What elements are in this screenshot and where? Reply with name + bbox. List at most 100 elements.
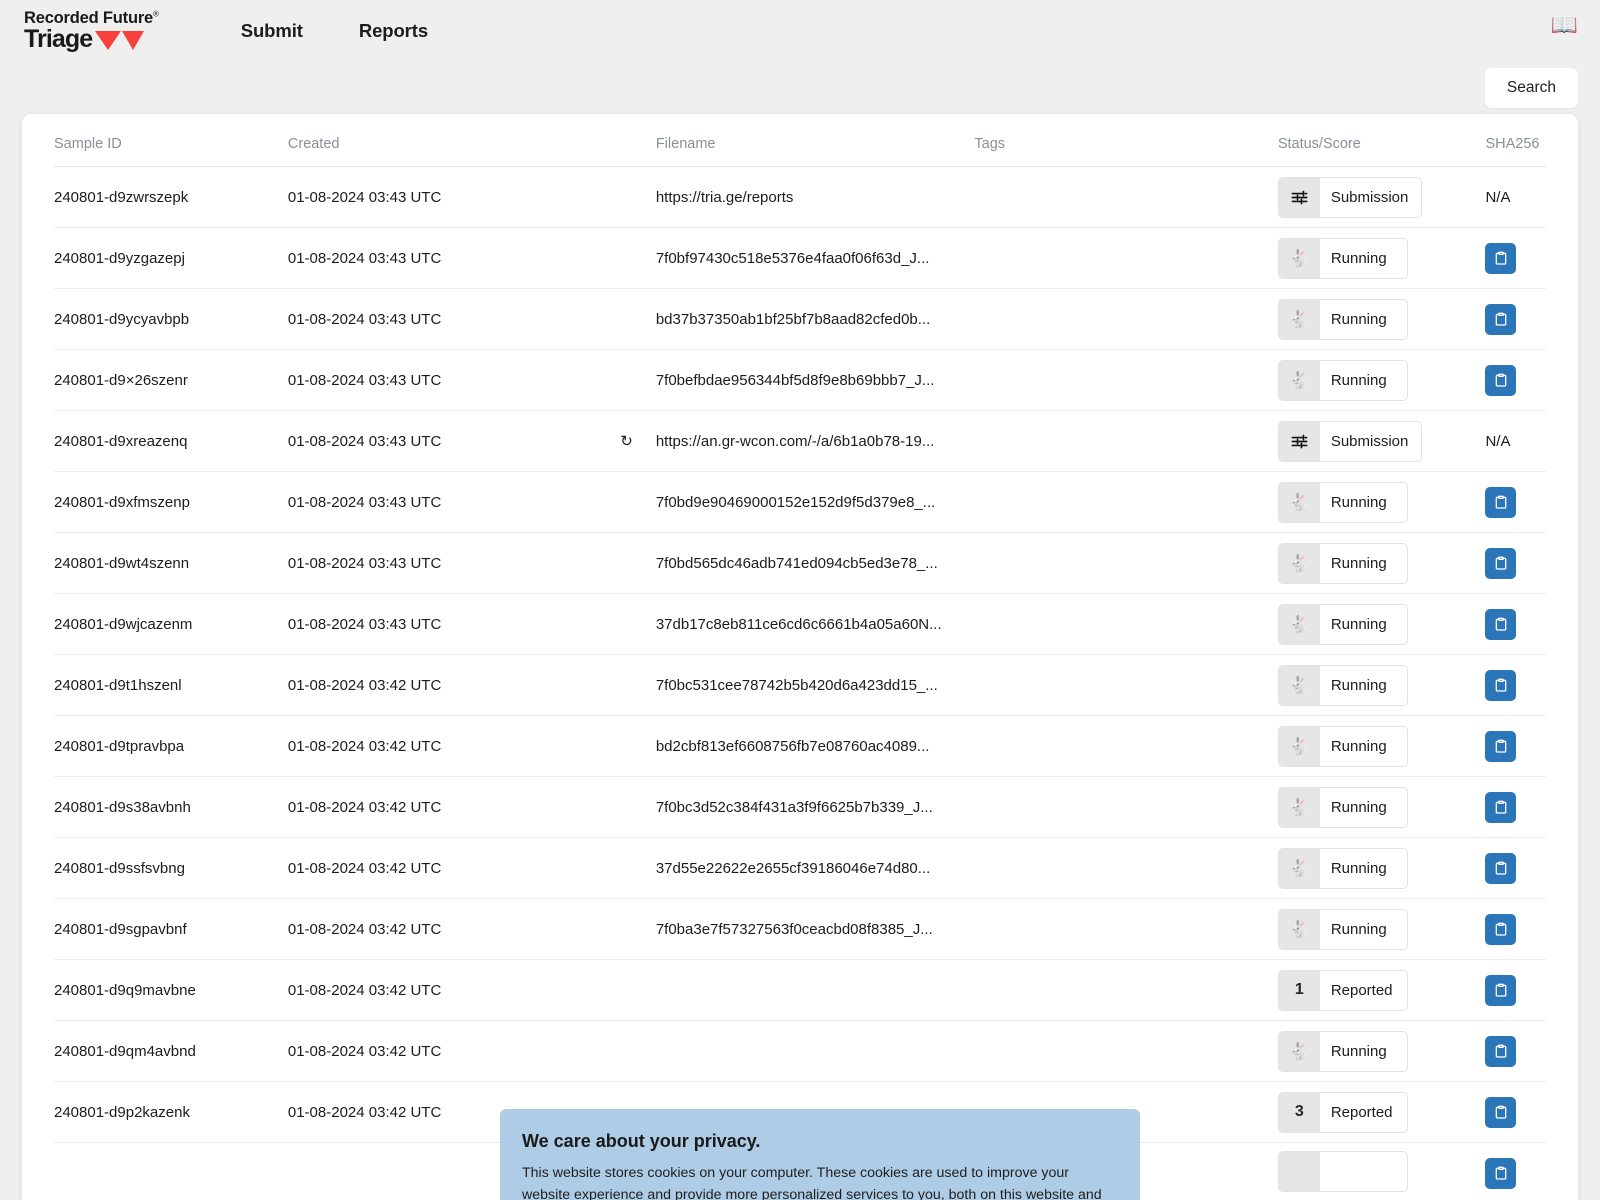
- table-row[interactable]: 240801-d9xfmszenp 01-08-2024 03:43 UTC 7f0…: [54, 471, 1546, 533]
- cell-filename[interactable]: 37db17c8eb811ce6cd6c6661b4a05a60N...: [655, 593, 975, 655]
- cell-sample-id[interactable]: 240801-d9wjcazenm: [54, 593, 288, 655]
- table-row[interactable]: 240801-d9qm4avbnd 01-08-2024 03:42 UTC 🐇 Ru…: [54, 1020, 1546, 1082]
- cell-sample-id[interactable]: 240801-d9ycyavbpb: [54, 288, 288, 350]
- copy-sha256-button[interactable]: [1485, 1096, 1517, 1128]
- table-row[interactable]: 240801-d9ycyavbpb 01-08-2024 03:43 UTC bd3…: [54, 288, 1546, 350]
- cell-refresh: [597, 776, 656, 838]
- status-badge-submission[interactable]: Submission: [1277, 176, 1423, 218]
- cell-sample-id[interactable]: 240801-d9t1hszenl: [54, 654, 288, 716]
- table-body: 240801-d9zwrszepk 01-08-2024 03:43 UTC htt…: [54, 166, 1546, 1200]
- copy-sha256-button[interactable]: [1485, 303, 1517, 335]
- cell-sample-id[interactable]: 240801-d9qm4avbnd: [54, 1020, 288, 1082]
- copy-sha256-button[interactable]: [1485, 852, 1517, 884]
- cell-sample-id[interactable]: 240801-d9zwrszepk: [54, 166, 288, 228]
- nav-item-reports[interactable]: Reports: [359, 20, 428, 42]
- column-header-status-score[interactable]: Status/Score: [1277, 114, 1486, 167]
- copy-sha256-button[interactable]: [1485, 1157, 1517, 1189]
- cell-sample-id[interactable]: 240801-d9xfmszenp: [54, 471, 288, 533]
- cell-sha256: [1485, 227, 1546, 289]
- copy-sha256-button[interactable]: [1485, 791, 1517, 823]
- search-button[interactable]: Search: [1484, 68, 1578, 108]
- cell-filename[interactable]: 7f0bd565dc46adb741ed094cb5ed3e78_...: [655, 532, 975, 594]
- cell-sample-id[interactable]: 240801-d9xreazenq: [54, 410, 288, 472]
- cell-filename[interactable]: 7f0bc531cee78742b5b420d6a423dd15_...: [655, 654, 975, 716]
- status-badge-running[interactable]: 🐇 Running: [1277, 298, 1408, 340]
- copy-sha256-button[interactable]: [1485, 1035, 1517, 1067]
- copy-sha256-button[interactable]: [1485, 669, 1517, 701]
- status-badge-running[interactable]: 🐇 Running: [1277, 664, 1408, 706]
- copy-sha256-button[interactable]: [1485, 486, 1517, 518]
- cell-filename[interactable]: [655, 959, 975, 1021]
- copy-sha256-button[interactable]: [1485, 913, 1517, 945]
- rabbit-icon: 🐇: [1278, 787, 1320, 827]
- table-row[interactable]: 240801-d9yzgazepj 01-08-2024 03:43 UTC 7f0…: [54, 227, 1546, 289]
- column-header-sha256[interactable]: SHA256: [1485, 114, 1546, 167]
- cell-filename[interactable]: bd37b37350ab1bf25bf7b8aad82cfed0b...: [655, 288, 975, 350]
- table-row[interactable]: 240801-d9×26szenr 01-08-2024 03:43 UTC 7f0…: [54, 349, 1546, 411]
- cell-filename[interactable]: 7f0ba3e7f57327563f0ceacbd08f8385_J...: [655, 898, 975, 960]
- copy-sha256-button[interactable]: [1485, 242, 1517, 274]
- status-badge-running[interactable]: 🐇 Running: [1277, 786, 1408, 828]
- cell-status-score: 🐇 Running: [1277, 227, 1486, 289]
- table-row[interactable]: 240801-d9xreazenq 01-08-2024 03:43 UTC ↻ ht…: [54, 410, 1546, 472]
- cell-filename[interactable]: [655, 1020, 975, 1082]
- status-badge-running[interactable]: 🐇 Running: [1277, 542, 1408, 584]
- cell-tags: [974, 837, 1278, 899]
- column-header-sample-id[interactable]: Sample ID: [54, 114, 288, 167]
- cell-sample-id[interactable]: 240801-d9yzgazepj: [54, 227, 288, 289]
- status-badge-running[interactable]: 🐇 Running: [1277, 1030, 1408, 1072]
- cell-sample-id[interactable]: 240801-d9sgpavbnf: [54, 898, 288, 960]
- table-row[interactable]: 240801-d9tpravbpa 01-08-2024 03:42 UTC bd2…: [54, 715, 1546, 777]
- open-book-icon[interactable]: 📖: [1551, 14, 1578, 36]
- cell-sample-id[interactable]: 240801-d9s38avbnh: [54, 776, 288, 838]
- column-header-filename[interactable]: Filename: [655, 114, 975, 167]
- table-row[interactable]: 240801-d9ssfsvbng 01-08-2024 03:42 UTC 37d…: [54, 837, 1546, 899]
- status-badge-running[interactable]: 🐇 Running: [1277, 481, 1408, 523]
- status-badge-running[interactable]: 🐇 Running: [1277, 603, 1408, 645]
- table-row[interactable]: 240801-d9zwrszepk 01-08-2024 03:43 UTC htt…: [54, 166, 1546, 228]
- cell-sample-id[interactable]: 240801-d9wt4szenn: [54, 532, 288, 594]
- copy-sha256-button[interactable]: [1485, 608, 1517, 640]
- column-header-tags[interactable]: Tags: [974, 114, 1278, 167]
- cell-filename[interactable]: https://an.gr-wcon.com/-/a/6b1a0b78-19..…: [655, 410, 975, 472]
- brand-logo[interactable]: Recorded Future® Triage: [24, 10, 159, 52]
- table-row[interactable]: 240801-d9t1hszenl 01-08-2024 03:42 UTC 7f0…: [54, 654, 1546, 716]
- status-badge-submission[interactable]: Submission: [1277, 420, 1423, 462]
- status-badge-running[interactable]: 🐇 Running: [1277, 359, 1408, 401]
- status-badge-running[interactable]: 🐇 Running: [1277, 237, 1408, 279]
- status-badge-running[interactable]: 🐇 Running: [1277, 847, 1408, 889]
- table-row[interactable]: 240801-d9s38avbnh 01-08-2024 03:42 UTC 7f0…: [54, 776, 1546, 838]
- cell-filename[interactable]: https://tria.ge/reports: [655, 166, 975, 228]
- cell-sample-id[interactable]: 240801-d9tpravbpa: [54, 715, 288, 777]
- status-badge-running[interactable]: 🐇 Running: [1277, 908, 1408, 950]
- triangle-logo-icon: [95, 31, 145, 51]
- nav-item-submit[interactable]: Submit: [241, 20, 303, 42]
- table-row[interactable]: 240801-d9q9mavbne 01-08-2024 03:42 UTC 1 Re…: [54, 959, 1546, 1021]
- table-row[interactable]: 240801-d9sgpavbnf 01-08-2024 03:42 UTC 7f0…: [54, 898, 1546, 960]
- copy-sha256-button[interactable]: [1485, 730, 1517, 762]
- copy-sha256-button[interactable]: [1485, 547, 1517, 579]
- cell-filename[interactable]: 37d55e22622e2655cf39186046e74d80...: [655, 837, 975, 899]
- column-header-created[interactable]: Created: [287, 114, 598, 167]
- cell-sample-id[interactable]: [54, 1142, 288, 1200]
- cell-sample-id[interactable]: 240801-d9×26szenr: [54, 349, 288, 411]
- cell-filename[interactable]: 7f0bc3d52c384f431a3f9f6625b7b339_J...: [655, 776, 975, 838]
- table-row[interactable]: 240801-d9wjcazenm 01-08-2024 03:43 UTC 37d…: [54, 593, 1546, 655]
- cell-refresh: [597, 471, 656, 533]
- copy-sha256-button[interactable]: [1485, 364, 1517, 396]
- cell-sample-id[interactable]: 240801-d9p2kazenk: [54, 1081, 288, 1143]
- cell-filename[interactable]: 7f0befbdae956344bf5d8f9e8b69bbb7_J...: [655, 349, 975, 411]
- copy-sha256-button[interactable]: [1485, 974, 1517, 1006]
- status-badge-reported[interactable]: 3 Reported: [1277, 1091, 1408, 1133]
- refresh-icon[interactable]: ↻: [620, 432, 633, 450]
- status-badge-reported[interactable]: 1 Reported: [1277, 969, 1408, 1011]
- cell-sample-id[interactable]: 240801-d9q9mavbne: [54, 959, 288, 1021]
- status-badge-running[interactable]: 🐇 Running: [1277, 725, 1408, 767]
- cell-filename[interactable]: 7f0bf97430c518e5376e4faa0f06f63d_J...: [655, 227, 975, 289]
- table-row[interactable]: 240801-d9wt4szenn 01-08-2024 03:43 UTC 7f0…: [54, 532, 1546, 594]
- cell-created: 01-08-2024 03:42 UTC: [287, 654, 598, 716]
- status-badge-partial[interactable]: [1277, 1151, 1408, 1192]
- cell-filename[interactable]: bd2cbf813ef6608756fb7e08760ac4089...: [655, 715, 975, 777]
- cell-sample-id[interactable]: 240801-d9ssfsvbng: [54, 837, 288, 899]
- cell-filename[interactable]: 7f0bd9e90469000152e152d9f5d379e8_...: [655, 471, 975, 533]
